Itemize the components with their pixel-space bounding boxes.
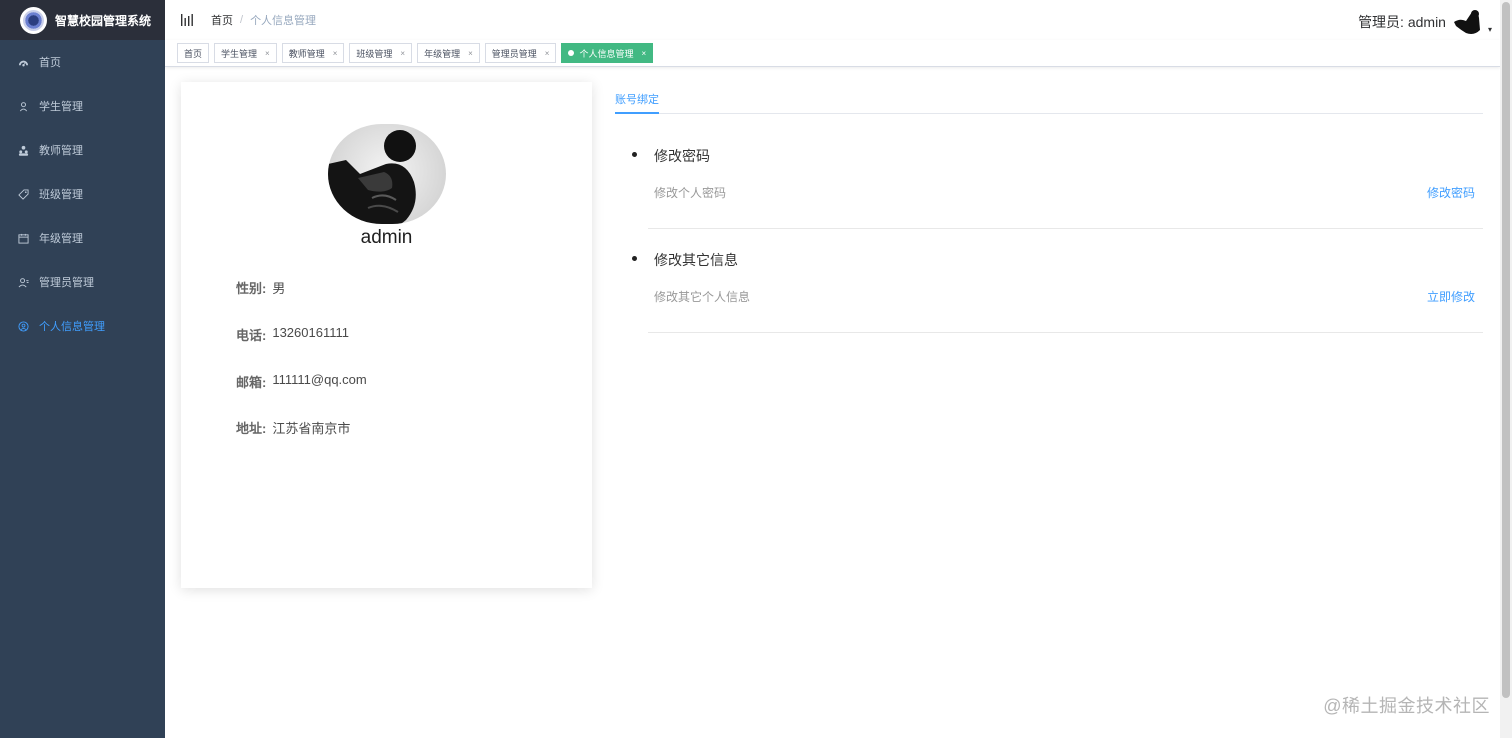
info-label: 邮箱:	[236, 375, 267, 390]
sidebar-item-admins[interactable]: 管理员管理	[0, 260, 165, 304]
setting-change-info: 修改其它信息 修改其它个人信息 立即修改	[630, 250, 1483, 334]
navbar: 首页 / 个人信息管理 管理员: admin ▾	[165, 0, 1500, 40]
info-value: 111111@qq.com	[272, 372, 367, 387]
sidebar-item-home[interactable]: 首页	[0, 40, 165, 84]
setting-description: 修改个人密码	[654, 186, 727, 200]
app-title: 智慧校园管理系统	[55, 13, 152, 28]
close-icon[interactable]: ×	[333, 49, 338, 58]
change-password-link[interactable]: 修改密码	[1427, 184, 1475, 201]
sidebar-item-profile[interactable]: 个人信息管理	[0, 304, 165, 348]
school-logo	[20, 6, 47, 34]
user-dropdown[interactable]: 管理员: admin ▾	[1358, 6, 1492, 38]
sidebar-item-label: 年级管理	[39, 233, 83, 245]
chevron-down-icon: ▾	[1487, 24, 1492, 34]
tab-active-bar	[615, 112, 659, 114]
tag-label: 班级管理	[356, 48, 393, 59]
hamburger-icon[interactable]	[177, 10, 197, 30]
tag-classes[interactable]: 班级管理 ×	[349, 43, 413, 63]
sidebar-item-label: 教师管理	[39, 145, 83, 157]
tag-students[interactable]: 学生管理 ×	[214, 43, 277, 63]
close-icon[interactable]: ×	[400, 49, 405, 58]
watermark: @稀土掘金技术社区	[1323, 696, 1490, 716]
sidebar-item-students[interactable]: 学生管理	[0, 84, 165, 128]
user-label: 管理员: admin	[1358, 14, 1446, 30]
bullet-icon	[632, 256, 637, 261]
tag-icon	[17, 188, 29, 200]
sidebar-item-teachers[interactable]: 教师管理	[0, 128, 165, 172]
sidebar: 智慧校园管理系统 首页 学生管理 教师管理 班级管理 年级管理 管理员管理 个人…	[0, 0, 165, 738]
account-tabs: 账号绑定	[615, 83, 1483, 114]
close-icon[interactable]: ×	[545, 49, 550, 58]
setting-title: 修改其它信息	[654, 252, 738, 268]
info-address: 地址: 江苏省南京市	[236, 418, 350, 437]
modify-now-link[interactable]: 立即修改	[1427, 288, 1475, 305]
user-icon	[17, 100, 29, 112]
calendar-icon	[17, 232, 29, 244]
close-icon[interactable]: ×	[468, 49, 473, 58]
setting-title: 修改密码	[654, 148, 710, 164]
peoples-icon	[17, 144, 29, 156]
scrollbar[interactable]	[1500, 0, 1512, 738]
scrollbar-thumb[interactable]	[1502, 2, 1510, 698]
divider	[648, 228, 1483, 229]
sidebar-item-label: 管理员管理	[39, 277, 94, 289]
breadcrumb-separator: /	[240, 14, 244, 26]
setting-description: 修改其它个人信息	[654, 290, 751, 304]
tag-label: 学生管理	[221, 48, 258, 59]
breadcrumb-home[interactable]: 首页	[211, 12, 233, 28]
tag-grades[interactable]: 年级管理 ×	[417, 43, 480, 63]
sidebar-item-label: 个人信息管理	[39, 321, 105, 333]
logo-bar[interactable]: 智慧校园管理系统	[0, 0, 165, 40]
sidebar-item-label: 首页	[39, 57, 61, 69]
sidebar-item-label: 学生管理	[39, 101, 83, 113]
info-label: 地址:	[236, 421, 267, 436]
sidebar-item-classes[interactable]: 班级管理	[0, 172, 165, 216]
profile-name: admin	[360, 227, 413, 248]
tag-label: 年级管理	[424, 48, 461, 59]
admin-icon	[17, 276, 29, 288]
tag-admins[interactable]: 管理员管理 ×	[484, 43, 557, 63]
setting-change-password: 修改密码 修改个人密码 修改密码	[630, 146, 1483, 230]
tag-teachers[interactable]: 教师管理 ×	[281, 43, 345, 63]
dashboard-icon	[17, 56, 29, 68]
profile-avatar	[328, 124, 446, 224]
tag-label: 个人信息管理	[579, 48, 634, 59]
profile-icon	[17, 320, 29, 332]
info-phone: 电话: 13260161111	[236, 325, 349, 344]
sidebar-item-grades[interactable]: 年级管理	[0, 216, 165, 260]
tag-label: 教师管理	[288, 48, 325, 59]
active-dot-icon	[568, 50, 575, 56]
profile-card: admin 性别: 男 电话: 13260161111 邮箱: 111111@q…	[181, 82, 592, 588]
info-gender: 性别: 男	[236, 278, 285, 297]
bullet-icon	[632, 152, 637, 157]
tag-profile[interactable]: 个人信息管理 ×	[561, 43, 654, 63]
tab-account-binding[interactable]: 账号绑定	[615, 91, 659, 107]
info-value: 江苏省南京市	[272, 421, 351, 436]
avatar[interactable]	[1451, 6, 1484, 38]
info-label: 电话:	[236, 328, 267, 343]
info-value: 男	[272, 281, 286, 296]
close-icon[interactable]: ×	[641, 49, 646, 58]
info-value: 13260161111	[272, 325, 349, 340]
tags-view: 首页 学生管理 × 教师管理 × 班级管理 × 年级管理 × 管理员管理 × 个…	[165, 40, 1500, 67]
info-email: 邮箱: 111111@qq.com	[236, 372, 367, 391]
tag-label: 首页	[184, 48, 203, 59]
tag-home[interactable]: 首页	[177, 43, 210, 63]
sidebar-item-label: 班级管理	[39, 189, 83, 201]
breadcrumb: 首页 / 个人信息管理	[211, 12, 316, 28]
divider	[648, 332, 1483, 333]
sidebar-menu: 首页 学生管理 教师管理 班级管理 年级管理 管理员管理 个人信息管理	[0, 40, 165, 348]
breadcrumb-current: 个人信息管理	[250, 15, 317, 27]
info-label: 性别:	[236, 281, 267, 296]
close-icon[interactable]: ×	[265, 49, 270, 58]
tag-label: 管理员管理	[491, 48, 537, 59]
